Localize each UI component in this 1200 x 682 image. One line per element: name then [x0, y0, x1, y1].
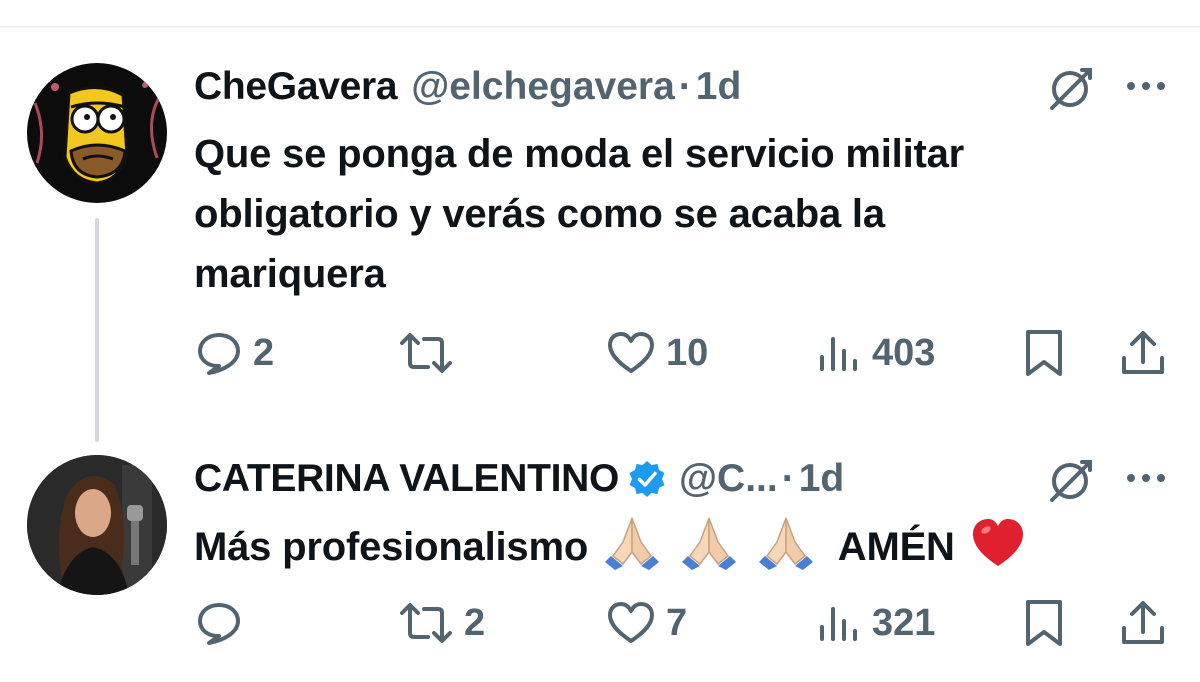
view-count: 321: [872, 601, 936, 644]
author-handle[interactable]: @elchegavera: [411, 65, 675, 109]
tweet-text-main: Más profesionalismo: [194, 525, 589, 569]
avatar[interactable]: [27, 63, 167, 203]
view-count: 403: [872, 331, 936, 374]
share-button[interactable]: [1118, 325, 1168, 381]
folded-hands-emoji-icon: [681, 517, 736, 570]
reply-count: 2: [253, 331, 275, 374]
repost-button[interactable]: [398, 325, 464, 381]
top-divider: [0, 26, 1200, 28]
woman-avatar-image: [27, 455, 167, 595]
tweet-text-amen: AMÉN: [837, 525, 955, 569]
views-icon: [820, 337, 857, 371]
tweet-header: CheGavera @elchegavera · 1d: [194, 61, 741, 113]
timestamp[interactable]: 1d: [696, 65, 742, 109]
tweet-text-line: mariquera: [194, 252, 386, 296]
repost-count: 2: [464, 601, 486, 644]
folded-hands-emoji-icon: [605, 517, 659, 570]
red-heart-emoji-icon: [972, 519, 1023, 566]
like-count: 7: [666, 601, 688, 644]
views-icon: [820, 607, 857, 641]
like-button[interactable]: 10: [606, 325, 708, 381]
share-icon: [1122, 601, 1164, 644]
avatar[interactable]: [27, 455, 167, 595]
heart-icon: [608, 602, 654, 643]
bookmark-icon: [1026, 330, 1062, 376]
reply-button[interactable]: [195, 595, 253, 651]
grok-icon[interactable]: [1044, 454, 1096, 506]
bookmark-button[interactable]: [1022, 595, 1066, 651]
tweet-text: Más profesionalismo AMÉN: [194, 512, 1154, 577]
simpson-avatar-image: [27, 63, 167, 203]
repost-icon: [400, 603, 452, 643]
bookmark-icon: [1026, 600, 1062, 646]
tweet-text-line: obligatorio y verás como se acaba la: [194, 192, 885, 236]
bookmark-button[interactable]: [1022, 325, 1066, 381]
thread-connector-line: [95, 218, 99, 442]
timestamp[interactable]: 1d: [799, 457, 845, 501]
share-button[interactable]: [1118, 595, 1168, 651]
share-icon: [1122, 331, 1164, 374]
grok-icon[interactable]: [1044, 62, 1096, 114]
reply-icon: [198, 603, 240, 645]
views-button[interactable]: 321: [816, 595, 935, 651]
folded-hands-emoji-icon: [758, 517, 813, 570]
tweet-text-line: Que se ponga de moda el servicio militar: [194, 132, 965, 176]
reply-button[interactable]: 2: [195, 325, 274, 381]
author-name[interactable]: CheGavera: [194, 65, 398, 109]
repost-button[interactable]: 2: [398, 595, 485, 651]
reply-icon: [198, 333, 240, 375]
tweet-text: Que se ponga de moda el servicio militar…: [194, 124, 1154, 304]
separator-dot: ·: [678, 65, 692, 108]
heart-icon: [608, 332, 654, 373]
repost-icon: [400, 333, 452, 373]
views-button[interactable]: 403: [816, 325, 935, 381]
like-button[interactable]: 7: [606, 595, 687, 651]
author-handle[interactable]: @C...: [679, 457, 778, 501]
separator-dot: ·: [781, 457, 795, 500]
more-options-icon[interactable]: [1123, 468, 1169, 488]
more-options-icon[interactable]: [1123, 76, 1169, 96]
verified-badge-icon[interactable]: [627, 459, 667, 499]
tweet-header: CATERINA VALENTINO @C... · 1d: [194, 453, 844, 505]
like-count: 10: [666, 331, 709, 374]
author-name[interactable]: CATERINA VALENTINO: [194, 457, 619, 501]
